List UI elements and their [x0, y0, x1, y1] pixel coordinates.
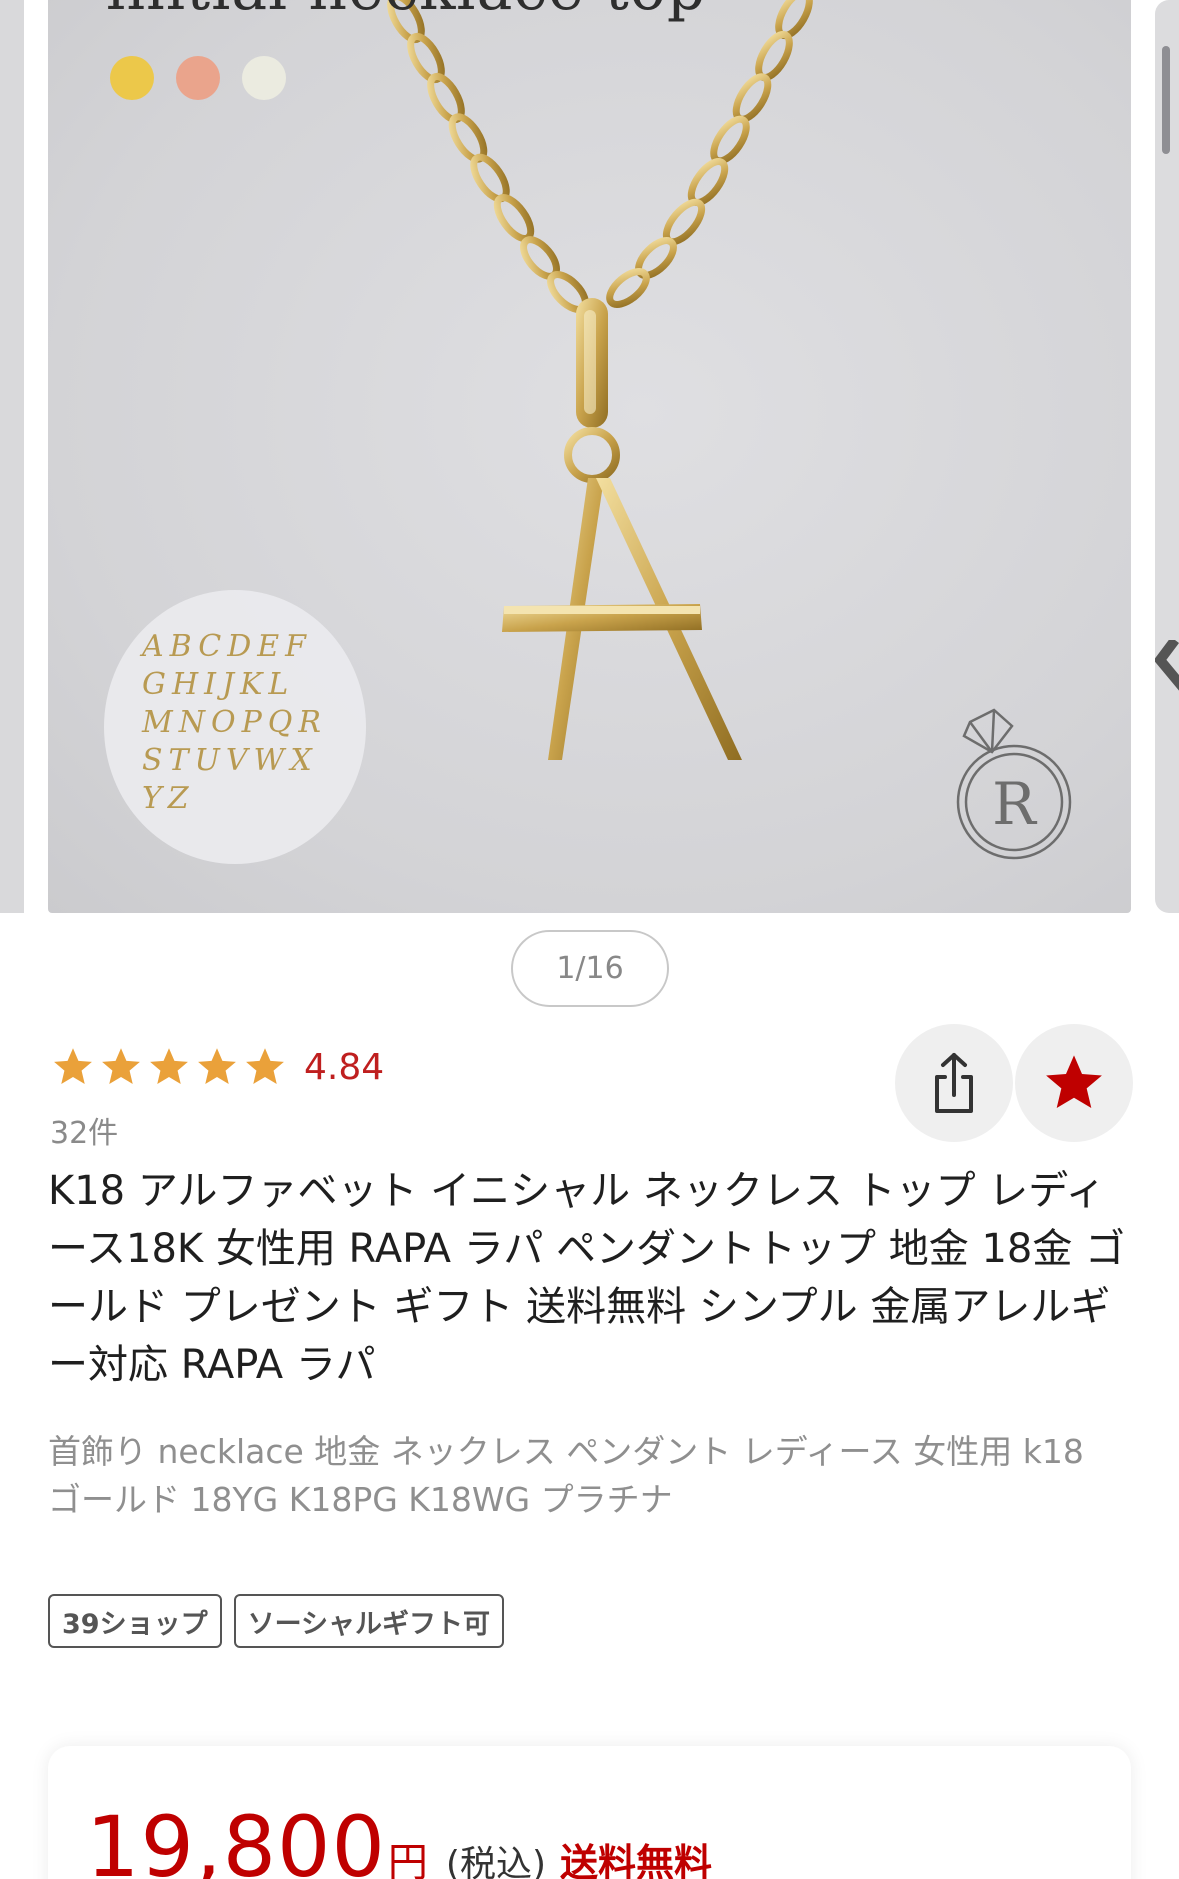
rating-star-icon — [102, 1048, 140, 1084]
alphabet-row: ABCDEF — [142, 629, 312, 664]
free-shipping-label: 送料無料 — [560, 1841, 713, 1879]
rating-star-icon — [198, 1048, 236, 1084]
price-amount: 19,800 — [86, 1798, 386, 1879]
rating-star-icon — [54, 1048, 92, 1084]
share-button[interactable] — [895, 1024, 1013, 1142]
brand-ring-logo: R — [956, 708, 1072, 860]
rating-summary[interactable]: 4.84 — [52, 1046, 384, 1088]
alphabet-row: YZ — [142, 781, 195, 816]
rating-stars — [52, 1046, 286, 1088]
image-caption: initial necklace top — [106, 0, 706, 24]
swatch-white-gold — [242, 56, 286, 100]
product-title: K18 アルファベット イニシャル ネックレス トップ レディース18K 女性用… — [48, 1168, 1126, 1388]
rating-star-icon — [150, 1048, 188, 1084]
alphabet-row: GHIJKL — [142, 667, 295, 702]
swatch-pink-gold — [176, 56, 220, 100]
tax-note: (税込) — [445, 1844, 547, 1879]
logo-letter: R — [992, 770, 1038, 838]
product-image[interactable]: initial necklace top ABCDEFGHIJKLMNOPQRS… — [48, 0, 1131, 913]
favorite-button[interactable] — [1015, 1024, 1133, 1142]
review-count[interactable]: 32件 — [50, 1108, 118, 1152]
price-card: 19,800 円 (税込) 送料無料 — [48, 1746, 1131, 1879]
price-row: 19,800 円 (税込) 送料無料 — [86, 1798, 712, 1879]
chain-fragment — [1155, 640, 1179, 691]
color-swatches — [110, 56, 286, 100]
star-icon — [1046, 1055, 1102, 1109]
previous-image-peek[interactable] — [0, 0, 24, 913]
tag-39-shop[interactable]: 39ショップ — [48, 1594, 222, 1648]
scrollbar-thumb[interactable] — [1162, 46, 1170, 154]
tag-social-gift[interactable]: ソーシャルギフト可 — [233, 1594, 505, 1648]
alphabet-sample: ABCDEF GHIJKL MNOPQR STUVWX YZ — [142, 628, 342, 818]
image-pager: 1/16 — [511, 930, 669, 1007]
alphabet-row: STUVWX — [142, 743, 318, 778]
product-tags: 39ショップ ソーシャルギフト可 — [48, 1594, 505, 1648]
alphabet-row: MNOPQR — [142, 705, 327, 740]
rating-value: 4.84 — [304, 1046, 385, 1088]
product-subtitle: 首飾り necklace 地金 ネックレス ペンダント レディース 女性用 k1… — [48, 1432, 1084, 1519]
price-currency: 円 — [387, 1840, 428, 1879]
product-page: initial necklace top ABCDEFGHIJKLMNOPQRS… — [0, 0, 1179, 1879]
swatch-yellow-gold — [110, 56, 154, 100]
rating-star-icon — [246, 1048, 284, 1084]
share-icon — [935, 1053, 973, 1113]
